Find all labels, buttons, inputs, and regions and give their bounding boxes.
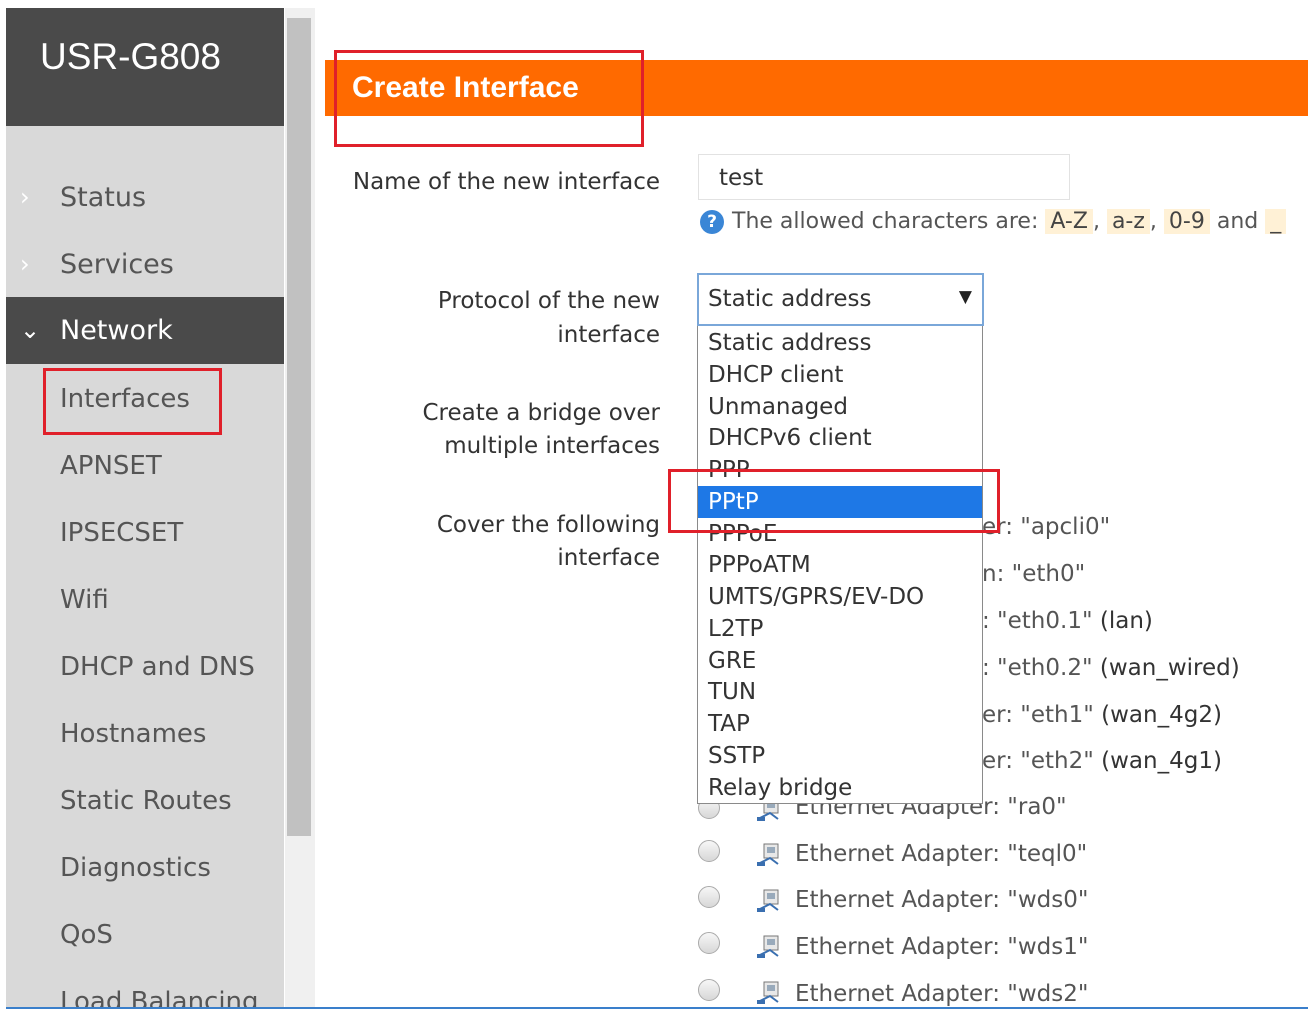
name-field-label: Name of the new interface [352, 169, 660, 195]
sidebar-subitem-qos[interactable]: QoS [60, 917, 113, 953]
option-sstp[interactable]: SSTP [698, 740, 982, 772]
option-dhcp-client[interactable]: DHCP client [698, 359, 982, 391]
interface-network: (wan_wired) [1099, 655, 1240, 681]
sidebar-subitem-diagnostics[interactable]: Diagnostics [60, 850, 211, 886]
interface-row-eth0-1[interactable]: : "eth0.1" (lan) [982, 605, 1153, 637]
hint-separator: , [1149, 209, 1157, 234]
interface-label: : "eth0.1" [982, 608, 1093, 634]
sidebar-item-label: Status [60, 182, 147, 213]
sidebar-item-network[interactable]: ⌄ Network [6, 297, 284, 364]
cover-label-line2: interface [557, 545, 660, 571]
cover-label-line1: Cover the following [436, 512, 660, 538]
option-relay-bridge[interactable]: Relay bridge [698, 772, 982, 803]
interface-label-wds2[interactable]: Ethernet Adapter: "wds2" [795, 978, 1088, 1010]
highlight-box-pptp [668, 469, 1000, 533]
ethernet-adapter-icon [757, 935, 779, 958]
protocol-select-value: Static address [708, 286, 872, 312]
interface-row-eth1[interactable]: er: "eth1" (wan_4g2) [982, 699, 1222, 731]
hint-code: _ [1265, 209, 1287, 234]
hint-code: a-z [1106, 209, 1150, 234]
highlight-box-interfaces [43, 368, 222, 435]
chevron-right-icon: › [20, 250, 30, 278]
interface-label: er: "eth1" [982, 702, 1094, 728]
interface-network: (wan_4g1) [1101, 748, 1222, 774]
radio-teql0[interactable] [698, 840, 720, 862]
option-static-address[interactable]: Static address [698, 327, 982, 359]
interface-label-wds0[interactable]: Ethernet Adapter: "wds0" [795, 884, 1088, 916]
interface-label-wds1[interactable]: Ethernet Adapter: "wds1" [795, 931, 1088, 963]
sidebar-subitem-wifi[interactable]: Wifi [60, 582, 109, 618]
radio-wds2[interactable] [698, 979, 720, 1001]
option-l2tp[interactable]: L2TP [698, 613, 982, 645]
hint-separator: , [1092, 209, 1100, 234]
option-umts-gprs-evdo[interactable]: UMTS/GPRS/EV-DO [698, 581, 982, 613]
protocol-label-line2: interface [557, 322, 660, 348]
sidebar-subitem-hostnames[interactable]: Hostnames [60, 716, 206, 752]
sidebar-subitem-apnset[interactable]: APNSET [60, 448, 162, 484]
protocol-select[interactable]: Static address ▼ [697, 273, 984, 326]
protocol-dropdown-list[interactable]: Static address DHCP client Unmanaged DHC… [697, 326, 983, 804]
hint-code: A-Z [1045, 209, 1093, 234]
sidebar-item-services[interactable]: › Services [6, 231, 284, 298]
hint-and: and [1216, 209, 1259, 234]
sidebar-subitem-dhcp-dns[interactable]: DHCP and DNS [60, 649, 255, 685]
sidebar-subitem-load-balancing[interactable]: Load Balancing [60, 984, 259, 1008]
sidebar-item-label: Network [60, 315, 173, 346]
option-gre[interactable]: GRE [698, 645, 982, 677]
ethernet-adapter-icon [757, 843, 779, 866]
bridge-label-line1: Create a bridge over [422, 400, 660, 426]
option-pppoatm[interactable]: PPPoATM [698, 549, 982, 581]
sidebar-subitem-static-routes[interactable]: Static Routes [60, 783, 232, 819]
interface-row-apcli0[interactable]: er: "apcli0" [982, 511, 1110, 543]
interface-label: er: "eth2" [982, 748, 1094, 774]
hint-text: The allowed characters are: [732, 209, 1039, 234]
interface-row-eth0[interactable]: n: "eth0" [982, 558, 1085, 590]
bridge-label-line2: multiple interfaces [444, 433, 660, 459]
option-unmanaged[interactable]: Unmanaged [698, 391, 982, 423]
radio-wds0[interactable] [698, 886, 720, 908]
interface-label-teql0[interactable]: Ethernet Adapter: "teql0" [795, 838, 1087, 870]
ethernet-adapter-icon [757, 889, 779, 912]
sidebar-item-status[interactable]: › Status [6, 164, 284, 231]
allowed-characters-hint: ? The allowed characters are: A-Z, a-z, 0… [700, 204, 1287, 240]
interface-name-input[interactable]: test [698, 154, 1070, 200]
protocol-label-line1: Protocol of the new [437, 288, 660, 314]
interface-row-eth2[interactable]: er: "eth2" (wan_4g1) [982, 745, 1222, 777]
dropdown-arrow-icon: ▼ [958, 287, 972, 307]
option-tun[interactable]: TUN [698, 676, 982, 708]
sidebar-item-label: Services [60, 249, 174, 280]
interface-label: : "eth0.2" [982, 655, 1093, 681]
radio-wds1[interactable] [698, 932, 720, 954]
interface-network: (lan) [1099, 608, 1153, 634]
chevron-down-icon: ⌄ [20, 316, 41, 344]
brand-logo: USR-G808 [6, 8, 284, 126]
chevron-right-icon: › [20, 183, 30, 211]
ethernet-adapter-icon [757, 981, 779, 1004]
option-tap[interactable]: TAP [698, 708, 982, 740]
option-dhcpv6-client[interactable]: DHCPv6 client [698, 422, 982, 454]
interface-network: (wan_4g2) [1101, 702, 1222, 728]
sidebar: USR-G808 › Status › Services ⌄ Network I… [6, 8, 284, 1008]
interface-label: n: "eth0" [982, 561, 1086, 587]
bottom-divider [6, 1007, 1308, 1009]
help-icon: ? [700, 210, 724, 234]
interface-label: er: "apcli0" [982, 514, 1111, 540]
highlight-box-title [334, 50, 644, 147]
scrollbar-thumb[interactable] [287, 18, 311, 836]
hint-code: 0-9 [1163, 209, 1210, 234]
sidebar-subitem-ipsecset[interactable]: IPSECSET [60, 515, 183, 551]
interface-row-eth0-2[interactable]: : "eth0.2" (wan_wired) [982, 652, 1240, 684]
